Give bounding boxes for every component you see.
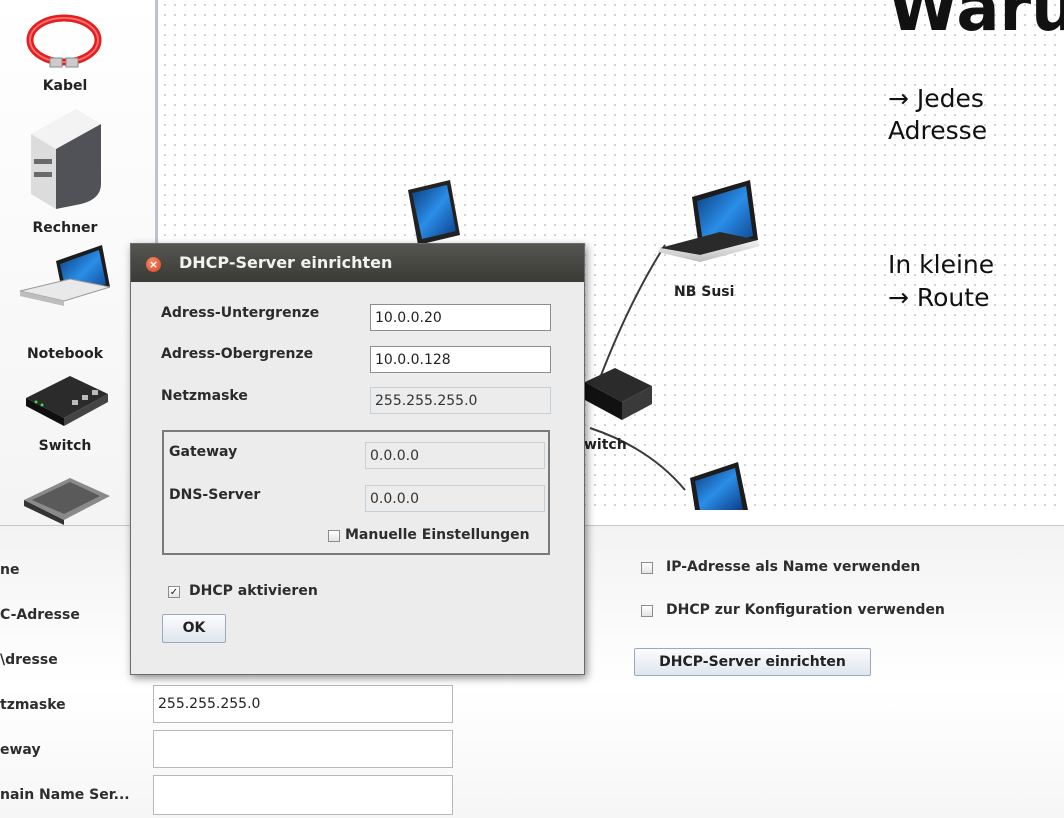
slide-line-2: Adresse (888, 116, 988, 145)
notebook-icon[interactable] (658, 180, 760, 262)
dhcp-server-dialog: × DHCP-Server einrichten Adress-Untergre… (130, 243, 585, 675)
computer-icon[interactable] (26, 104, 106, 214)
netmask-readonly-field: 255.255.255.0 (370, 387, 551, 414)
dialog-title-bar[interactable]: × DHCP-Server einrichten (131, 244, 584, 282)
slide-line-4: → Route (888, 283, 990, 312)
lower-bound-input[interactable]: 10.0.0.20 (370, 304, 551, 331)
use-dhcp-checkbox[interactable] (641, 605, 653, 617)
notebook-icon[interactable] (18, 243, 114, 309)
notebook-icon[interactable] (408, 180, 460, 245)
dns-field[interactable] (153, 775, 453, 815)
use-ip-as-name-checkbox[interactable] (641, 562, 653, 574)
manual-settings-label: Manuelle Einstellungen (345, 527, 530, 543)
use-ip-as-name-label: IP-Adresse als Name verwenden (666, 559, 921, 575)
upper-bound-input[interactable]: 10.0.0.128 (370, 346, 551, 373)
dialog-title: DHCP-Server einrichten (179, 253, 393, 272)
cable-line[interactable] (599, 244, 666, 379)
router-icon[interactable] (22, 470, 112, 525)
lower-bound-label: Adress-Untergrenze (161, 305, 320, 321)
dhcp-active-checkbox[interactable]: ✓ (168, 586, 180, 598)
notebook-icon[interactable] (690, 462, 748, 510)
slide-line-1: → Jedes (888, 84, 984, 113)
netmask-field[interactable]: 255.255.255.0 (153, 685, 453, 723)
node-label-switch: witch (584, 437, 627, 453)
gateway-dns-group: Gateway 0.0.0.0 DNS-Server 0.0.0.0 Manue… (162, 430, 550, 555)
label-ip-address: \dresse (0, 652, 58, 668)
ok-button[interactable]: OK (162, 614, 226, 643)
label-mac-address: C-Adresse (0, 607, 80, 623)
cable-icon[interactable] (22, 8, 106, 76)
switch-icon[interactable] (22, 370, 112, 428)
node-label-nb-susi: NB Susi (674, 284, 735, 300)
slide-line-3: In kleine (888, 250, 995, 279)
netmask-label: Netzmaske (161, 388, 248, 404)
use-dhcp-label: DHCP zur Konfiguration verwenden (666, 602, 945, 618)
gateway-label: Gateway (169, 444, 238, 460)
dhcp-active-label: DHCP aktivieren (189, 583, 318, 599)
palette-label-computer: Rechner (32, 220, 98, 236)
slide-title: Waru (888, 0, 1064, 46)
palette-label-cable: Kabel (42, 78, 88, 94)
dns-server-label: DNS-Server (169, 487, 261, 503)
dhcp-server-setup-button[interactable]: DHCP-Server einrichten (634, 648, 871, 676)
label-gateway: eway (0, 742, 41, 758)
label-name: ne (0, 562, 20, 578)
manual-settings-checkbox[interactable] (328, 530, 340, 542)
dns-server-readonly-field: 0.0.0.0 (365, 485, 545, 512)
palette-label-notebook: Notebook (26, 346, 104, 362)
label-dns: nain Name Ser... (0, 787, 130, 803)
gateway-readonly-field: 0.0.0.0 (365, 442, 545, 469)
upper-bound-label: Adress-Obergrenze (161, 346, 314, 362)
label-netmask: tzmaske (0, 697, 66, 713)
gateway-field[interactable] (153, 730, 453, 768)
palette-label-switch: Switch (38, 438, 92, 454)
switch-icon[interactable] (585, 368, 652, 420)
close-icon[interactable]: × (146, 257, 161, 272)
